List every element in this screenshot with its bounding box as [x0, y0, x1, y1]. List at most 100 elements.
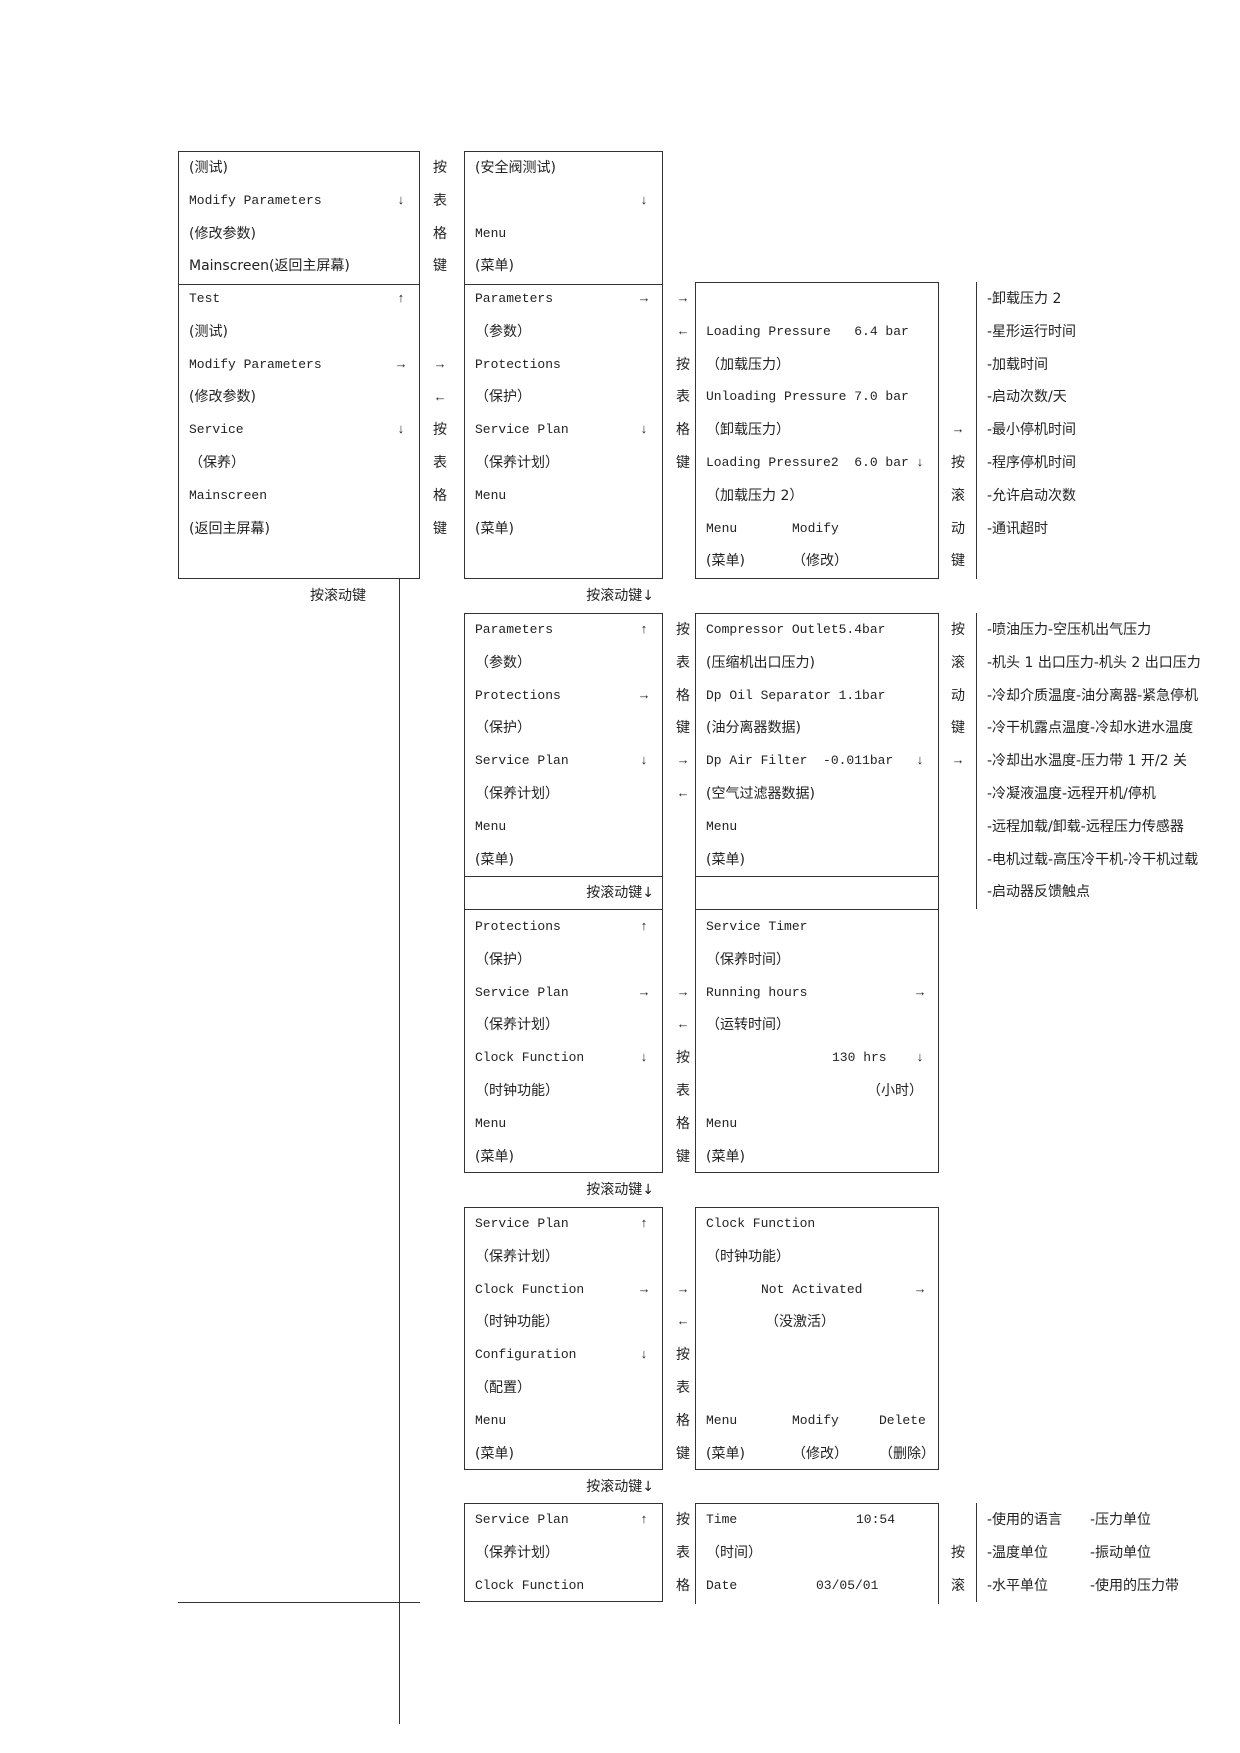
menu-cell[interactable]: （修改） [792, 553, 848, 569]
menu-item[interactable]: Protections [475, 919, 561, 935]
menu-cell[interactable]: 10:54 [856, 1512, 895, 1528]
menu-cell[interactable]: Modify [792, 1413, 839, 1429]
menu-item[interactable]: (菜单) [475, 258, 514, 274]
menu-item[interactable]: Service Plan [475, 1216, 569, 1232]
menu-cell[interactable]: （修改） [792, 1446, 848, 1462]
menu-item[interactable]: Loading Pressure 6.4 bar [706, 324, 909, 340]
menu-item[interactable]: Menu [475, 226, 506, 242]
menu-item[interactable]: (菜单) [706, 852, 745, 868]
menu-item[interactable]: Protections [475, 357, 561, 373]
menu-item[interactable]: （时钟功能） [475, 1314, 559, 1330]
menu-item[interactable]: Loading Pressure2 6.0 bar [706, 455, 909, 471]
menu-item[interactable]: Service Plan [475, 985, 569, 1001]
menu-item[interactable]: Mainscreen [189, 488, 267, 504]
menu-item[interactable]: (菜单) [706, 1149, 745, 1165]
menu-item[interactable]: Unloading Pressure 7.0 bar [706, 389, 909, 405]
menu-item[interactable]: Mainscreen(返回主屏幕) [189, 258, 350, 274]
menu-item[interactable]: Protections [475, 688, 561, 704]
menu-item[interactable]: (测试) [189, 324, 228, 340]
menu-item[interactable]: Dp Oil Separator 1.1bar [706, 688, 885, 704]
menu-item[interactable]: Modify Parameters [189, 357, 322, 373]
menu-cell[interactable]: Date [706, 1578, 737, 1594]
menu-item[interactable]: (测试) [189, 160, 228, 176]
menu-item[interactable]: Modify Parameters [189, 193, 322, 209]
menu-item[interactable]: Dp Air Filter -0.011bar [706, 753, 893, 769]
menu-item[interactable]: (安全阀测试) [475, 160, 556, 176]
menu-panel-service-plan [464, 1207, 663, 1470]
menu-item[interactable]: （保护） [475, 720, 531, 736]
menu-item[interactable]: (油分离器数据) [706, 720, 801, 736]
menu-item[interactable]: Menu [706, 819, 737, 835]
menu-item[interactable]: （运转时间） [706, 1017, 790, 1033]
key-hint-char: 键 [433, 258, 447, 275]
menu-item[interactable]: （时钟功能） [706, 1249, 790, 1265]
menu-item[interactable]: （保养时间） [706, 952, 790, 968]
menu-item[interactable]: （卸载压力） [706, 422, 790, 438]
menu-item[interactable]: Clock Function [475, 1282, 584, 1298]
menu-item[interactable]: （加载压力 2） [706, 488, 803, 504]
menu-item[interactable]: Parameters [475, 291, 553, 307]
menu-item[interactable]: Clock Function [475, 1050, 584, 1066]
menu-item[interactable]: Menu [475, 819, 506, 835]
menu-item[interactable]: (菜单) [475, 852, 514, 868]
menu-item[interactable]: (返回主屏幕) [189, 521, 270, 537]
menu-item[interactable]: （时钟功能） [475, 1083, 559, 1099]
menu-cell[interactable]: Time [706, 1512, 737, 1528]
arrow-up-icon: ↑ [640, 1216, 648, 1231]
menu-item[interactable]: (修改参数) [189, 389, 256, 405]
menu-item[interactable]: Running hours [706, 985, 807, 1001]
menu-item[interactable]: Menu [706, 1116, 737, 1132]
menu-cell[interactable]: Menu [706, 1413, 737, 1429]
menu-item[interactable]: (菜单) [475, 1149, 514, 1165]
menu-item[interactable]: Parameters [475, 622, 553, 638]
menu-item[interactable]: Not Activated [761, 1282, 862, 1298]
menu-item[interactable]: （配置） [475, 1380, 531, 1396]
menu-item[interactable]: Service [189, 422, 244, 438]
menu-item[interactable]: （保护） [475, 389, 531, 405]
menu-cell[interactable]: Delete [879, 1413, 926, 1429]
menu-item[interactable]: （保养计划） [475, 1249, 559, 1265]
menu-cell[interactable]: Modify [792, 521, 839, 537]
scroll-key-label: 按滚动键 [310, 588, 366, 604]
menu-item[interactable]: Test [189, 291, 220, 307]
menu-item[interactable]: Service Plan [475, 1512, 569, 1528]
menu-item[interactable]: （保养） [189, 455, 245, 471]
menu-cell[interactable]: (菜单) [706, 1446, 745, 1462]
menu-item[interactable]: Menu [475, 1116, 506, 1132]
menu-item[interactable]: （时间） [706, 1545, 762, 1561]
menu-item[interactable]: （加载压力） [706, 357, 790, 373]
menu-item[interactable]: （保护） [475, 952, 531, 968]
menu-item[interactable]: (菜单) [475, 521, 514, 537]
menu-item[interactable]: Service Timer [706, 919, 807, 935]
menu-item[interactable]: Service Plan [475, 753, 569, 769]
menu-item[interactable]: （保养计划） [475, 786, 559, 802]
menu-item[interactable]: （保养计划） [475, 1545, 559, 1561]
menu-item[interactable]: Menu [475, 488, 506, 504]
menu-item[interactable]: (压缩机出口压力) [706, 655, 815, 671]
menu-item[interactable]: Menu [475, 1413, 506, 1429]
key-hint-char: 格 [433, 225, 447, 242]
menu-item[interactable]: （参数） [475, 324, 531, 340]
menu-item[interactable]: （保养计划） [475, 1017, 559, 1033]
menu-item[interactable]: （参数） [475, 655, 531, 671]
menu-item[interactable]: （保养计划） [475, 455, 559, 471]
menu-item[interactable]: Clock Function [706, 1216, 815, 1232]
config-list-item: -压力单位 [1090, 1512, 1152, 1528]
menu-cell[interactable]: 03/05/01 [816, 1578, 878, 1594]
menu-item[interactable]: Configuration [475, 1347, 576, 1363]
config-list-item: -使用的语言 [987, 1512, 1063, 1528]
menu-item[interactable]: Clock Function [475, 1578, 584, 1594]
menu-item[interactable]: Service Plan [475, 422, 569, 438]
parameter-list-item: -启动次数/天 [987, 389, 1067, 406]
panel-divider [464, 876, 663, 877]
menu-cell[interactable]: （删除） [879, 1446, 935, 1462]
menu-item[interactable]: Compressor Outlet5.4bar [706, 622, 885, 638]
menu-item[interactable]: （没激活） [765, 1314, 835, 1330]
menu-cell[interactable]: Menu [706, 521, 737, 537]
menu-item[interactable]: (菜单) [475, 1446, 514, 1462]
menu-cell[interactable]: (菜单) [706, 553, 745, 569]
menu-item[interactable]: (修改参数) [189, 226, 256, 242]
menu-item[interactable]: (空气过滤器数据) [706, 786, 815, 802]
menu-item[interactable]: 130 hrs [832, 1050, 887, 1066]
menu-item[interactable]: （小时） [867, 1083, 923, 1099]
